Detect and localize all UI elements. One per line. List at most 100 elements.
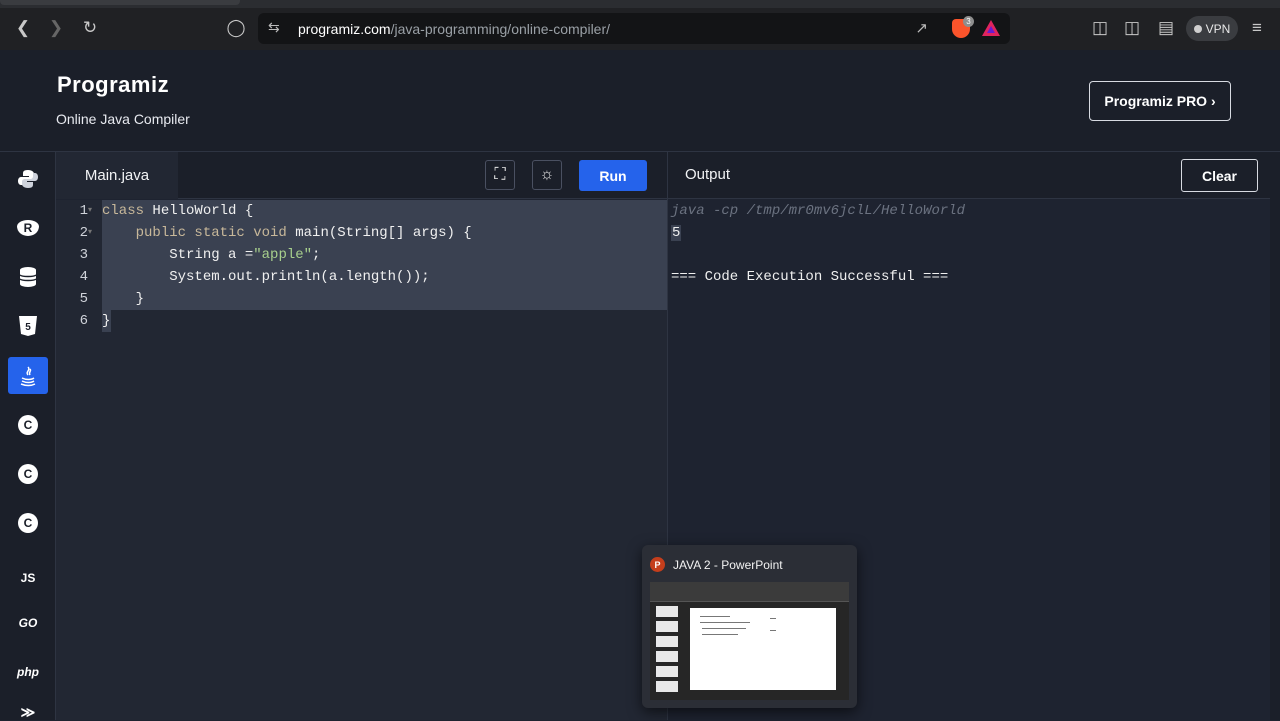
brave-rewards-icon[interactable]: [982, 20, 1000, 36]
preview-title: JAVA 2 - PowerPoint: [673, 558, 783, 572]
fold-arrow-icon[interactable]: ▾: [88, 222, 92, 244]
code-string: "apple": [253, 247, 313, 263]
code-text: }: [102, 288, 144, 310]
cpp-icon-label: C: [18, 463, 38, 484]
html5-icon: 5: [17, 315, 39, 337]
c-icon: C: [17, 414, 39, 436]
language-r[interactable]: R: [8, 209, 48, 246]
thumbnail-slide-list: [652, 606, 682, 696]
language-java[interactable]: [8, 357, 48, 394]
menu-icon[interactable]: ≡: [1245, 16, 1269, 40]
preview-thumbnail[interactable]: [650, 582, 849, 700]
line-number: 1: [79, 203, 88, 219]
brave-shield-count: 3: [963, 16, 974, 27]
run-button[interactable]: Run: [579, 160, 647, 191]
programiz-logo[interactable]: Programiz: [57, 72, 169, 98]
language-js[interactable]: JS: [8, 559, 48, 596]
output-result: 5: [671, 225, 682, 241]
swift-icon: ≫: [20, 704, 36, 720]
code-text: String a ="apple";: [102, 244, 320, 266]
language-go[interactable]: GO: [8, 604, 48, 641]
code-plain: System.out.println(a.length());: [102, 269, 430, 285]
line-number: 4: [79, 269, 88, 285]
code-line[interactable]: 6 }: [56, 310, 667, 332]
browser-toolbar: ❮ ❯ ↻ ◯ ⇆ programiz.com/java-programming…: [0, 0, 1280, 50]
url-path: /java-programming/online-compiler/: [390, 21, 611, 37]
code-line[interactable]: 1 ▾ class HelloWorld {: [56, 200, 667, 222]
code-text: public static void main(String[] args) {: [102, 222, 472, 244]
language-c[interactable]: C: [8, 406, 48, 443]
language-python[interactable]: [8, 160, 48, 197]
code-line[interactable]: 5 }: [56, 288, 667, 310]
code-keyword: class: [102, 203, 145, 219]
code-text: }: [102, 310, 110, 332]
language-php[interactable]: php: [8, 653, 48, 690]
r-icon-label: R: [17, 219, 39, 236]
language-html[interactable]: 5: [8, 307, 48, 344]
code-editor[interactable]: 1 ▾ class HelloWorld { 2 ▾ public static…: [56, 200, 667, 720]
html5-icon-label: 5: [25, 322, 31, 333]
powerpoint-icon: P: [650, 557, 665, 572]
wallet-icon[interactable]: ▤: [1154, 16, 1178, 40]
reload-icon[interactable]: ↻: [78, 16, 102, 40]
bookmark-icon[interactable]: ◯: [224, 16, 248, 40]
fold-arrow-icon[interactable]: ▾: [88, 200, 92, 222]
share-icon[interactable]: ↗: [915, 19, 928, 37]
site-info-icon[interactable]: ⇆: [268, 19, 280, 36]
page-scrollbar[interactable]: [1270, 152, 1280, 720]
line-number: 5: [79, 291, 88, 307]
forward-icon[interactable]: ❯: [44, 16, 68, 40]
output-title: Output: [685, 166, 731, 183]
clear-button[interactable]: Clear: [1181, 159, 1258, 192]
code-line[interactable]: 3 String a ="apple";: [56, 244, 667, 266]
csharp-icon: C: [17, 512, 39, 534]
line-number: 2: [79, 225, 88, 241]
browser-tab[interactable]: [0, 0, 240, 5]
r-icon: R: [17, 217, 39, 239]
language-csharp[interactable]: C: [8, 504, 48, 541]
extensions-icon[interactable]: ◫: [1088, 16, 1112, 40]
output-status-message: === Code Execution Successful ===: [671, 269, 949, 285]
thumbnail-slide-canvas: [690, 608, 836, 690]
sidebar-toggle-icon[interactable]: ◫: [1120, 16, 1144, 40]
code-line[interactable]: 4 System.out.println(a.length());: [56, 266, 667, 288]
back-icon[interactable]: ❮: [11, 16, 35, 40]
url-text[interactable]: programiz.com/java-programming/online-co…: [298, 21, 610, 37]
code-keyword: public static void: [135, 225, 287, 241]
code-text: System.out.println(a.length());: [102, 266, 430, 288]
programiz-pro-button[interactable]: Programiz PRO ›: [1089, 81, 1231, 121]
file-tab-main-java[interactable]: Main.java: [56, 152, 178, 199]
vpn-label: VPN: [1205, 21, 1231, 36]
c-icon-label: C: [18, 414, 38, 435]
language-sidebar: R 5 C C C JS GO php ≫: [0, 152, 56, 720]
csharp-icon-label: C: [18, 512, 38, 533]
vpn-button[interactable]: VPN: [1186, 16, 1238, 41]
code-line[interactable]: 2 ▾ public static void main(String[] arg…: [56, 222, 667, 244]
language-sql[interactable]: [8, 258, 48, 295]
address-bar[interactable]: ⇆ programiz.com/java-programming/online-…: [258, 13, 1010, 44]
line-number: 3: [79, 247, 88, 263]
site-header: Programiz Online Java Compiler Programiz…: [0, 50, 1280, 152]
code-text: class HelloWorld {: [102, 200, 253, 222]
python-icon: [17, 168, 39, 190]
cpp-icon: C: [17, 463, 39, 485]
vpn-status-icon: [1193, 24, 1202, 33]
editor-toolbar: Main.java ⛶ ☼ Run: [56, 152, 667, 199]
thumbnail-ribbon: [650, 582, 849, 602]
sun-icon: ☼: [539, 166, 555, 183]
output-command: java -cp /tmp/mr0mv6jclL/HelloWorld: [671, 203, 966, 219]
page-subtitle: Online Java Compiler: [56, 111, 190, 127]
language-swift[interactable]: ≫: [8, 704, 48, 720]
url-domain: programiz.com: [298, 21, 391, 37]
taskbar-window-preview[interactable]: P JAVA 2 - PowerPoint: [642, 545, 857, 708]
code-plain: }: [102, 291, 145, 307]
java-icon: [17, 365, 39, 387]
code-plain: main(String[] args) {: [286, 225, 472, 241]
database-icon: [17, 266, 39, 288]
fullscreen-button[interactable]: ⛶: [485, 160, 515, 190]
output-header: Output Clear: [668, 152, 1280, 199]
language-cpp[interactable]: C: [8, 455, 48, 492]
line-number: 6: [79, 313, 88, 329]
theme-toggle-button[interactable]: ☼: [532, 160, 562, 190]
code-plain: HelloWorld {: [144, 203, 254, 219]
